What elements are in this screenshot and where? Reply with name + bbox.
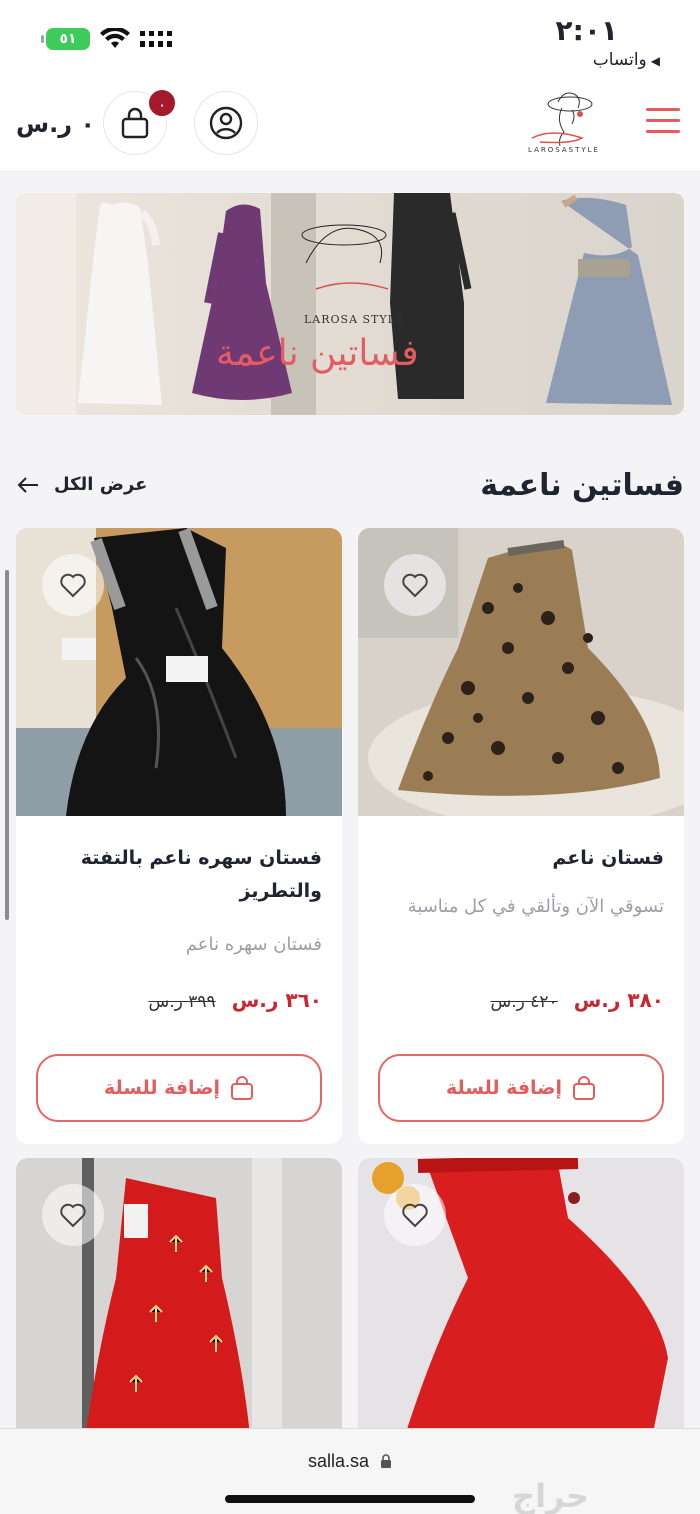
home-indicator[interactable] (225, 1495, 475, 1503)
product-price: ٣٨٠ ر.س (573, 988, 664, 1012)
add-to-cart-label: إضافة للسلة (103, 1077, 221, 1099)
banner-brand: LAROSA STYLE (304, 313, 405, 326)
product-name[interactable]: فستان سهره ناعم بالتفتة والتطريز (36, 842, 322, 908)
menu-icon-bar (646, 119, 680, 122)
product-image[interactable] (358, 528, 684, 816)
product-description: فستان سهره ناعم (185, 934, 322, 955)
signal-icon (140, 31, 172, 47)
price-row: ٣٦٠ ر.س ٣٩٩ ر.س (149, 988, 322, 1012)
menu-icon-bar (646, 130, 680, 133)
shopping-bag-icon (573, 1076, 596, 1100)
back-to-app-link[interactable]: ◀واتساب (593, 50, 660, 70)
url-text: salla.sa (307, 1451, 369, 1471)
product-price: ٣٦٠ ر.س (231, 988, 322, 1012)
back-app-label: واتساب (592, 50, 647, 70)
product-name[interactable]: فستان ناعم (378, 842, 664, 875)
heart-icon (402, 573, 428, 598)
add-to-cart-label: إضافة للسلة (445, 1077, 563, 1099)
lock-icon (381, 1454, 392, 1468)
product-card[interactable] (358, 1158, 684, 1458)
scrollbar[interactable] (5, 570, 9, 920)
account-button[interactable] (194, 91, 258, 155)
cart-count-badge: ٠ (147, 88, 177, 118)
browser-address-bar[interactable]: salla.sa حراج (0, 1428, 700, 1514)
arrow-left-icon (17, 476, 38, 493)
watermark: حراج (512, 1477, 589, 1514)
product-card[interactable]: فستان سهره ناعم بالتفتة والتطريز فستان س… (16, 528, 342, 1144)
site-header: ٠ ر.س ٠ LAROSASTYLE (0, 80, 700, 172)
product-image[interactable] (16, 1158, 342, 1458)
wifi-icon (100, 28, 130, 48)
product-old-price: ٤٢٠ ر.س (490, 992, 558, 1012)
cart-icon (121, 107, 149, 139)
view-all-label: عرض الكل (54, 474, 148, 495)
user-icon (209, 106, 243, 140)
view-all-link[interactable]: عرض الكل (16, 474, 147, 495)
product-old-price: ٣٩٩ ر.س (148, 992, 216, 1012)
cart-total[interactable]: ٠ ر.س (16, 110, 95, 138)
section-title: فساتين ناعمة (480, 468, 684, 503)
url-display[interactable]: salla.sa (0, 1451, 700, 1472)
add-to-cart-button[interactable]: إضافة للسلة (378, 1054, 664, 1122)
product-image[interactable] (16, 528, 342, 816)
menu-icon (646, 108, 680, 111)
heart-icon (60, 573, 86, 598)
product-image[interactable] (358, 1158, 684, 1458)
shopping-bag-icon (231, 1076, 254, 1100)
add-to-cart-button[interactable]: إضافة للسلة (36, 1054, 322, 1122)
banner-image (16, 193, 672, 415)
menu-button[interactable] (646, 108, 680, 138)
heart-icon (402, 1203, 428, 1228)
wishlist-button[interactable] (42, 554, 104, 616)
promo-banner[interactable]: LAROSA STYLE فساتين ناعمة (16, 193, 684, 415)
heart-icon (60, 1203, 86, 1228)
back-arrow-icon: ◀ (650, 54, 660, 68)
wishlist-button[interactable] (42, 1184, 104, 1246)
product-card[interactable] (16, 1158, 342, 1458)
clock: ٢:٠١ (555, 14, 618, 47)
battery-indicator: ٥١ (41, 28, 90, 50)
status-bar: ٥١ ٢:٠١ ◀واتساب (0, 0, 700, 80)
product-card[interactable]: فستان ناعم تسوقي الآن وتألقي في كل مناسب… (358, 528, 684, 1144)
wishlist-button[interactable] (384, 554, 446, 616)
banner-title: فساتين ناعمة (216, 333, 419, 374)
wishlist-button[interactable] (384, 1184, 446, 1246)
price-row: ٣٨٠ ر.س ٤٢٠ ر.س (491, 988, 664, 1012)
product-description: تسوقي الآن وتألقي في كل مناسبة (407, 896, 664, 917)
logo-wordmark: LAROSASTYLE (528, 146, 600, 154)
